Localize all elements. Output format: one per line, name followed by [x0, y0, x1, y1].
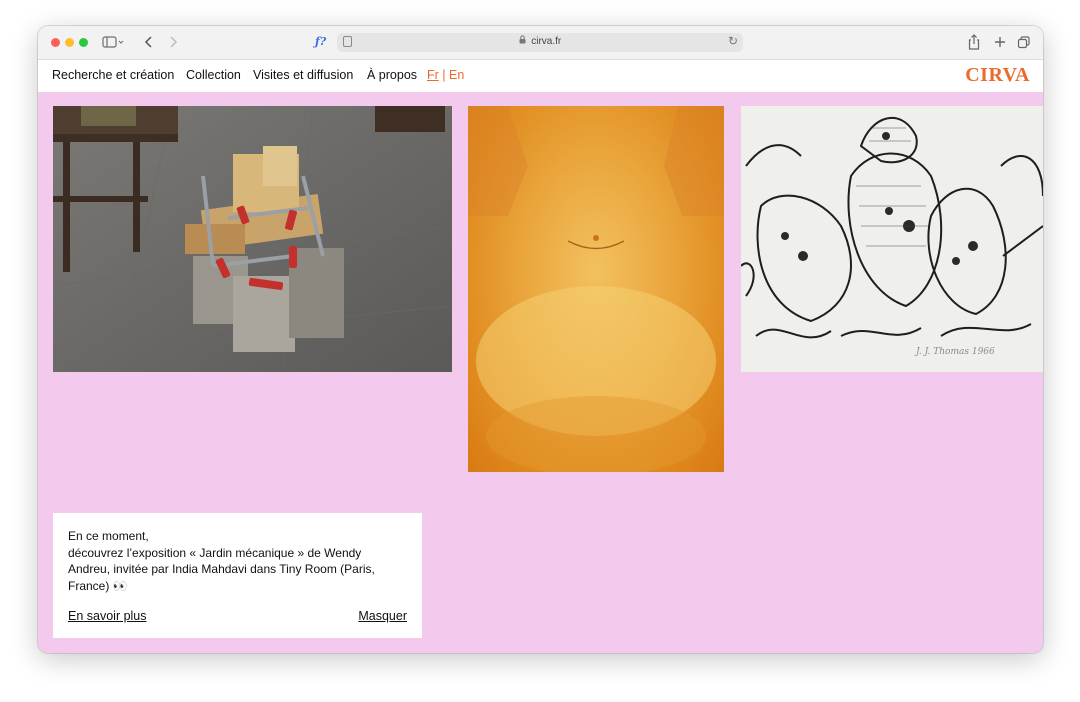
learn-more-link[interactable]: En savoir plus: [68, 609, 147, 623]
gallery-image-workshop[interactable]: [53, 106, 452, 372]
minimize-window-button[interactable]: [65, 38, 74, 47]
notice-line-1: En ce moment,: [68, 529, 149, 543]
address-bar[interactable]: cirva.fr ↻: [337, 33, 743, 52]
sidebar-icon[interactable]: [102, 32, 124, 52]
reload-icon[interactable]: ↻: [728, 34, 738, 48]
lang-fr-link[interactable]: Fr: [427, 68, 439, 82]
current-exhibition-notice: En ce moment, découvrez l’exposition « J…: [53, 513, 422, 638]
lock-icon: [519, 35, 529, 46]
nav-item-a-propos[interactable]: À propos: [367, 68, 417, 82]
browser-toolbar: ƒ? cirva.fr ↻: [38, 26, 1043, 60]
gallery: J. J. Thomas 1966 En ce moment, découvre…: [38, 92, 1043, 653]
language-switcher: Fr | En: [427, 68, 464, 82]
hide-notice-link[interactable]: Masquer: [358, 609, 407, 623]
gallery-image-orange[interactable]: [468, 106, 724, 472]
tabs-icon[interactable]: [1017, 32, 1031, 52]
share-icon[interactable]: [967, 32, 981, 52]
site-logo[interactable]: CIRVA: [965, 64, 1030, 87]
close-window-button[interactable]: [51, 38, 60, 47]
nav-item-recherche[interactable]: Recherche et création: [52, 68, 174, 82]
notice-line-4: France) 👀: [68, 578, 128, 593]
forward-icon[interactable]: [167, 32, 179, 52]
nav-item-collection[interactable]: Collection: [186, 68, 241, 82]
site-header: Recherche et création Collection Visites…: [38, 60, 1043, 92]
back-icon[interactable]: [143, 32, 155, 52]
extension-icon[interactable]: ƒ?: [315, 35, 326, 48]
lang-separator: |: [442, 68, 446, 82]
new-tab-icon[interactable]: [993, 32, 1007, 52]
notice-line-2: découvrez l’exposition « Jardin mécaniqu…: [68, 545, 362, 560]
notice-line-3: Andreu, invitée par India Mahdavi dans T…: [68, 562, 375, 576]
url-text: cirva.fr: [531, 36, 562, 47]
browser-window: ƒ? cirva.fr ↻ Recherche et création Coll…: [38, 26, 1043, 653]
lang-en-link[interactable]: En: [449, 68, 464, 82]
nav-item-visites[interactable]: Visites et diffusion: [253, 68, 353, 82]
drawing-signature: J. J. Thomas 1966: [914, 347, 995, 357]
gallery-image-drawing[interactable]: J. J. Thomas 1966: [741, 106, 1043, 372]
zoom-window-button[interactable]: [79, 38, 88, 47]
